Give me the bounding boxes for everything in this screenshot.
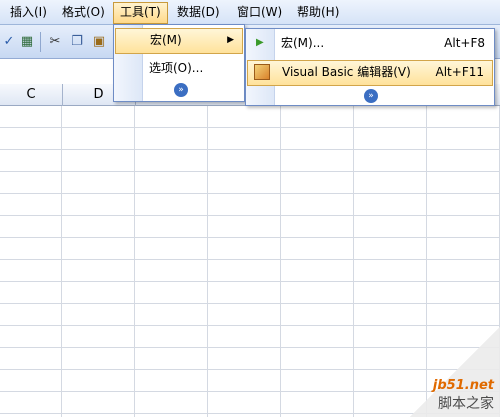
menu-data[interactable]: 数据(D) [171, 2, 226, 22]
watermark-name: 脚本之家 [438, 396, 494, 412]
menu-help[interactable]: 帮助(H) [291, 2, 345, 22]
research-icon[interactable]: ▦ [18, 33, 36, 51]
submenu-arrow-icon: ▶ [227, 35, 234, 45]
menu-bar: 插入(I) 格式(O) 工具(T) 数据(D) 窗口(W) 帮助(H) [0, 0, 500, 25]
menu-item-label: 宏(M)... [281, 36, 325, 50]
tools-menu-item-macro[interactable]: 宏(M) ▶ [115, 28, 243, 54]
submenu-item-vb-editor[interactable]: Visual Basic 编辑器(V) Alt+F11 [247, 60, 493, 86]
toolbar-separator [40, 32, 41, 52]
chevron-double-down-icon[interactable]: » [364, 89, 378, 103]
menu-item-shortcut: Alt+F11 [435, 65, 484, 79]
paste-icon[interactable]: ▣ [90, 33, 108, 51]
copy-icon[interactable]: ❐ [68, 33, 86, 51]
menu-item-shortcut: Alt+F8 [444, 36, 485, 50]
column-header-c[interactable]: C [0, 84, 63, 106]
spell-check-icon[interactable]: ✓ [0, 33, 18, 51]
chevron-double-down-icon[interactable]: » [174, 83, 188, 97]
play-icon: ▶ [256, 37, 264, 48]
watermark-url: jb51.net [432, 378, 494, 393]
submenu-item-macros[interactable]: ▶ 宏(M)... Alt+F8 [247, 31, 493, 55]
vb-editor-icon [254, 64, 270, 80]
menu-insert[interactable]: 插入(I) [4, 2, 53, 22]
tools-menu: 宏(M) ▶ 选项(O)... » [113, 24, 245, 102]
cut-icon[interactable]: ✂ [46, 33, 64, 51]
menu-item-label: Visual Basic 编辑器(V) [282, 65, 411, 79]
menu-window[interactable]: 窗口(W) [231, 2, 288, 22]
menu-item-label: 宏(M) [150, 33, 182, 47]
menu-tools[interactable]: 工具(T) [113, 2, 168, 24]
menu-format[interactable]: 格式(O) [56, 2, 111, 22]
macro-submenu: ▶ 宏(M)... Alt+F8 Visual Basic 编辑器(V) Alt… [245, 28, 495, 106]
tools-menu-item-options[interactable]: 选项(O)... [115, 56, 243, 80]
menu-item-label: 选项(O)... [149, 61, 204, 75]
